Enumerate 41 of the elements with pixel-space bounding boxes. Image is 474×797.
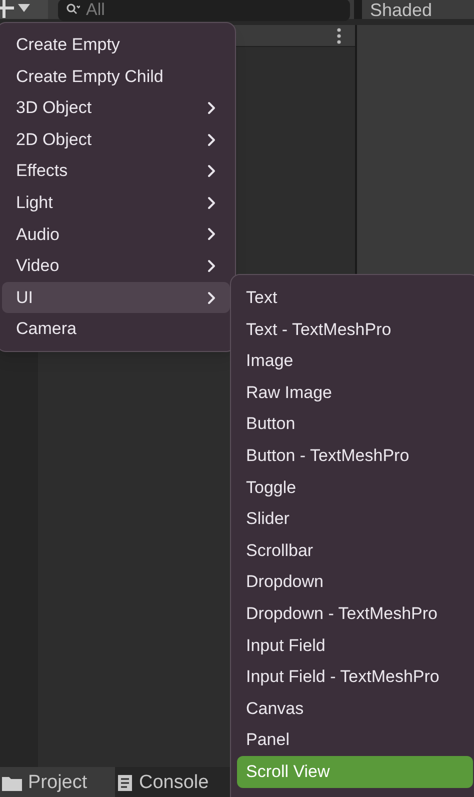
chevron-right-icon	[207, 196, 216, 210]
menu-item[interactable]: Video	[2, 250, 230, 282]
menu-item[interactable]: Audio	[2, 218, 230, 250]
chevron-right-icon	[207, 100, 216, 115]
search-icon	[66, 3, 80, 15]
menu-item[interactable]: Toggle	[237, 472, 473, 504]
caret-down-icon	[18, 4, 30, 12]
menu-item[interactable]: Dropdown - TextMeshPro	[237, 598, 473, 630]
menu-item[interactable]: Text	[237, 282, 473, 314]
menu-item[interactable]: Create Empty	[2, 29, 230, 61]
menu-item[interactable]: Light	[2, 186, 230, 219]
chevron-right-icon	[207, 258, 216, 273]
menu-item[interactable]: Slider	[237, 503, 473, 535]
chevron-right-icon	[207, 227, 216, 242]
menu-item[interactable]: Canvas	[237, 692, 473, 724]
panel-tab[interactable]: Console	[115, 767, 230, 797]
chevron-right-icon	[207, 164, 216, 178]
menu-item[interactable]: Image	[237, 345, 473, 377]
document-icon	[117, 774, 133, 792]
menu-item[interactable]: Button	[237, 408, 473, 440]
chevron-right-icon	[207, 290, 216, 305]
panel-tab[interactable]: Project	[0, 767, 115, 797]
menu-item[interactable]: Camera	[2, 313, 230, 345]
add-button[interactable]	[0, 0, 48, 19]
menu-item[interactable]: Scrollbar	[237, 534, 473, 566]
menu-item[interactable]: UI	[2, 282, 230, 314]
more-options-icon[interactable]	[337, 28, 341, 44]
chevron-right-icon	[207, 132, 216, 147]
menu-item[interactable]: Input Field	[237, 630, 473, 662]
folder-icon	[2, 775, 22, 791]
menu-item[interactable]: Dropdown	[237, 566, 473, 598]
menu-item[interactable]: 2D Object	[2, 124, 230, 156]
menu-item[interactable]: Input Field - TextMeshPro	[237, 661, 473, 693]
menu-item[interactable]: Effects	[2, 155, 230, 187]
menu-item[interactable]: Raw Image	[237, 376, 473, 408]
menu-item[interactable]: 3D Object	[2, 92, 230, 124]
menu-item[interactable]: Text - TextMeshPro	[237, 314, 473, 346]
menu-item[interactable]: Button - TextMeshPro	[237, 440, 473, 472]
menu-item[interactable]: Create Empty Child	[2, 60, 230, 92]
search-field[interactable]: All	[58, 0, 350, 21]
menu-item[interactable]: Panel	[237, 724, 473, 756]
